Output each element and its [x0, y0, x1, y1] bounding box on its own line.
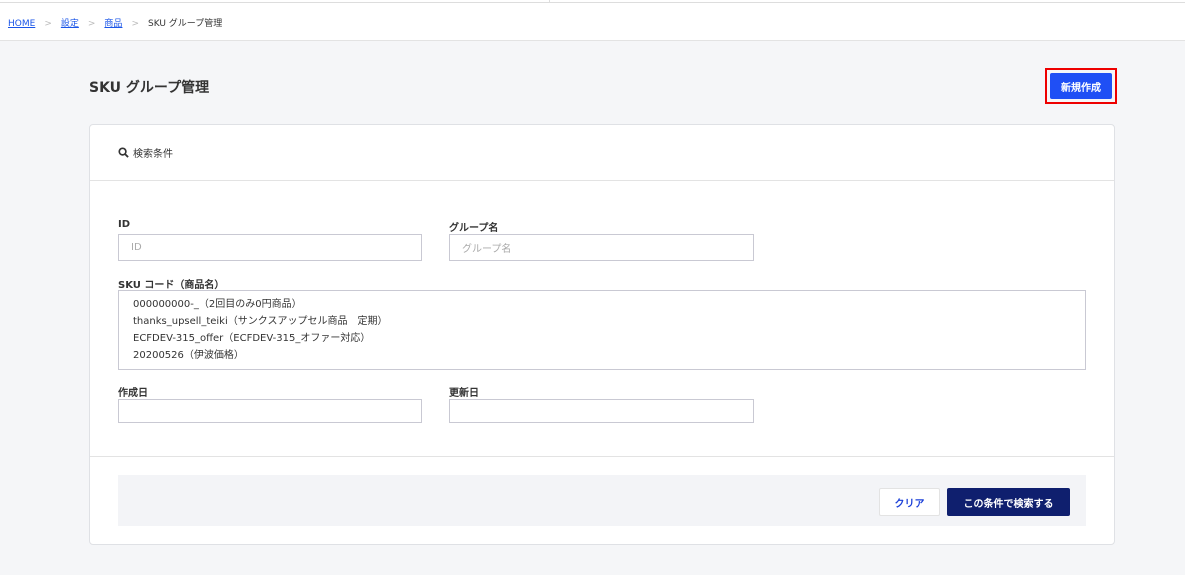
- search-panel-header: 検索条件: [90, 125, 1114, 181]
- breadcrumb-separator: >: [131, 19, 139, 29]
- clear-button[interactable]: クリア: [879, 488, 940, 516]
- updated-date-input[interactable]: [449, 399, 754, 423]
- sku-option[interactable]: thanks_upsell_teiki（サンクスアップセル商品 定期）: [133, 313, 1071, 330]
- new-button-highlight: 新規作成: [1045, 68, 1117, 104]
- sku-code-label: SKU コード（商品名）: [118, 280, 225, 291]
- sku-option[interactable]: 000000000-_（2回目のみ0円商品）: [133, 296, 1071, 313]
- search-panel: 検索条件 ID ID グループ名 グループ名 SKU コード（商品名） 0000…: [89, 124, 1115, 545]
- sku-code-select[interactable]: 000000000-_（2回目のみ0円商品） thanks_upsell_tei…: [118, 290, 1086, 370]
- search-icon: [118, 147, 129, 158]
- breadcrumb-separator: >: [87, 19, 96, 29]
- id-input[interactable]: ID: [118, 234, 422, 261]
- breadcrumb-products[interactable]: 商品: [104, 19, 122, 29]
- group-name-label: グループ名: [449, 223, 499, 234]
- breadcrumb-current: SKU グループ管理: [147, 19, 223, 29]
- breadcrumb-settings[interactable]: 設定: [61, 19, 79, 29]
- created-date-input[interactable]: [118, 399, 422, 423]
- search-panel-title: 検索条件: [133, 149, 173, 160]
- search-button[interactable]: この条件で検索する: [947, 488, 1070, 516]
- divider: [90, 456, 1114, 457]
- group-name-input[interactable]: グループ名: [449, 234, 754, 261]
- page-title: SKU グループ管理: [89, 80, 210, 96]
- created-date-label: 作成日: [118, 388, 148, 399]
- updated-date-label: 更新日: [449, 388, 479, 399]
- id-label: ID: [118, 219, 131, 230]
- new-button[interactable]: 新規作成: [1050, 73, 1112, 99]
- sku-option[interactable]: ECFDEV-315_offer（ECFDEV-315_オファー対応）: [133, 330, 1071, 347]
- sku-option[interactable]: 20200526（伊波価格）: [133, 347, 1071, 364]
- breadcrumb-separator: >: [44, 19, 52, 29]
- breadcrumb-home[interactable]: HOME: [8, 19, 35, 29]
- search-actions: クリア この条件で検索する: [118, 475, 1086, 526]
- breadcrumb: HOME > 設定 > 商品 > SKU グループ管理: [0, 3, 1185, 41]
